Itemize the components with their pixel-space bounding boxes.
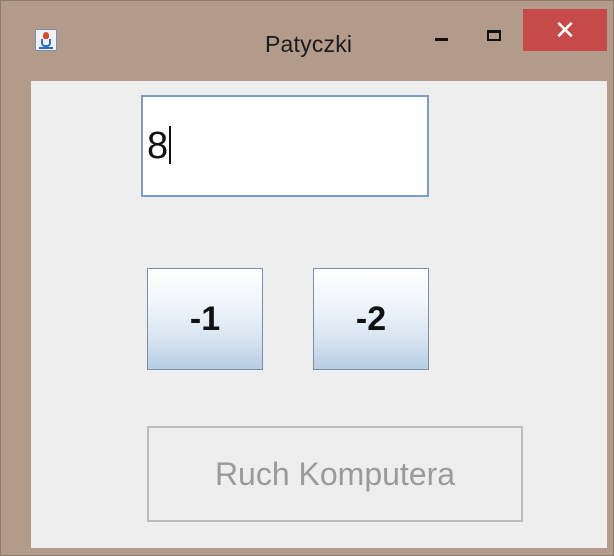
close-button[interactable]: ✕ xyxy=(523,9,607,51)
stick-count-value: 8 xyxy=(147,125,169,167)
stick-count-field[interactable]: 8 xyxy=(141,95,429,197)
maximize-icon xyxy=(487,30,501,41)
java-saucer-shape xyxy=(39,47,53,49)
close-icon: ✕ xyxy=(554,15,576,45)
computer-move-label: Ruch Komputera xyxy=(214,456,456,492)
maximize-button[interactable] xyxy=(473,23,517,55)
java-flame-shape xyxy=(43,32,49,39)
minimize-icon xyxy=(435,38,448,41)
minus-one-button[interactable]: -1 xyxy=(147,268,263,370)
text-caret xyxy=(169,125,172,164)
window-title: Patyczki xyxy=(265,31,353,57)
minus-one-label: -1 xyxy=(189,300,221,338)
minus-two-button[interactable]: -2 xyxy=(313,268,429,370)
java-cup-icon[interactable] xyxy=(35,29,57,51)
java-cup-shape xyxy=(41,39,51,47)
app-window: Patyczki ✕ 8 -1 -2 Ruch Komputera xyxy=(0,0,614,556)
minus-two-label: -2 xyxy=(355,300,387,338)
content-pane: 8 -1 -2 Ruch Komputera xyxy=(31,81,607,548)
title-bar[interactable]: Patyczki ✕ xyxy=(1,1,613,81)
minimize-button[interactable] xyxy=(421,23,465,55)
computer-move-button[interactable]: Ruch Komputera xyxy=(147,426,523,522)
